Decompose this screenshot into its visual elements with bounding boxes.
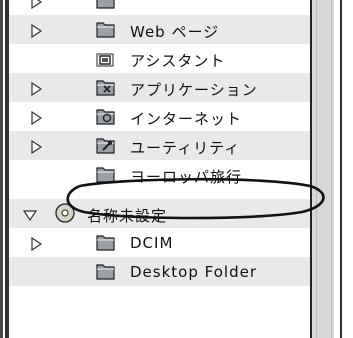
window-frame-right-border [340,0,342,338]
window-frame-right [334,0,353,338]
folder-icon[interactable] [95,19,117,39]
list-row[interactable]: DCIM [9,228,310,257]
applications-folder-icon[interactable] [95,77,117,97]
disclosure-triangle-right-icon[interactable] [29,23,43,39]
row-label: Web ページ [130,23,220,41]
assistant-folder-icon[interactable] [95,48,117,68]
list-row[interactable]: アプリケーション [9,73,310,102]
folder-icon[interactable] [95,261,117,281]
list-row[interactable]: Web ページ [9,15,310,44]
empty-list-area [9,318,310,338]
list-row[interactable] [9,0,310,15]
internet-folder-icon[interactable] [95,106,117,126]
folder-icon[interactable] [95,0,117,10]
row-label: ユーティリティ [130,139,241,157]
disclosure-triangle-right-icon[interactable] [29,236,43,252]
list-row[interactable]: Desktop Folder [9,257,310,286]
utilities-folder-icon[interactable] [95,135,117,155]
highlight-ellipse [66,177,325,220]
list-row[interactable]: ユーティリティ [9,131,310,160]
row-label: アシスタント [130,52,226,70]
disclosure-triangle-right-icon[interactable] [29,0,43,10]
disclosure-triangle-right-icon[interactable] [29,110,43,126]
row-label: アプリケーション [130,81,258,99]
row-label: Desktop Folder [130,263,257,281]
folder-icon[interactable] [95,232,117,252]
scrollbar-groove-left [316,0,317,338]
list-row[interactable]: アシスタント [9,44,310,73]
row-label: インターネット [130,110,243,128]
list-row[interactable]: インターネット [9,102,310,131]
disclosure-triangle-right-icon[interactable] [29,139,43,155]
disclosure-triangle-down-icon[interactable] [22,207,38,222]
finder-list-window: Web ページ アシスタント アプリケーション インターネット ユーティリティ ヨーロッパ… [0,0,353,338]
scrollbar-groove-right [331,0,332,338]
disclosure-triangle-right-icon[interactable] [29,81,43,97]
row-label: DCIM [130,234,174,252]
